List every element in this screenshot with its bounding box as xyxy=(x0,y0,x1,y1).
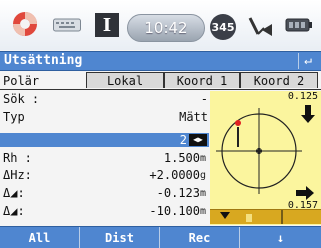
offset-top-value: 0.125 xyxy=(287,91,318,102)
page-down-button[interactable]: ↓ xyxy=(240,227,321,248)
screen: I 10:42 345 Utsättning ↵ Polär Lokal Koo… xyxy=(0,0,321,248)
clock-time: 10:42 xyxy=(144,19,188,37)
type-row[interactable]: Typ Mätt xyxy=(0,110,210,125)
status-bar: I 10:42 345 xyxy=(0,0,321,50)
search-row[interactable]: Sök : - xyxy=(0,92,210,107)
page-title: Utsättning xyxy=(4,53,83,68)
row-unit: m xyxy=(200,188,207,199)
softkey-bar: All Dist Rec ↓ xyxy=(0,226,321,248)
row-value: 1.500 xyxy=(163,151,200,165)
selected-field[interactable]: 2 ◀▶ xyxy=(0,133,209,147)
row-value: -0.123 xyxy=(156,186,200,200)
toggle-arrows-icon[interactable]: ◀▶ xyxy=(189,134,207,146)
row-unit: m xyxy=(200,206,207,217)
clock-icon: 10:42 xyxy=(127,14,205,42)
height-indicator-icon xyxy=(220,210,283,224)
row-value: +2.0000 xyxy=(149,168,200,182)
row-value: -10.100 xyxy=(149,204,200,218)
rec-button[interactable]: Rec xyxy=(160,227,240,248)
prism-icon[interactable] xyxy=(246,12,274,42)
dist-button[interactable]: Dist xyxy=(80,227,160,248)
delta-height-row[interactable]: Δ◢: -10.100 m xyxy=(0,204,210,219)
row-unit: m xyxy=(200,153,207,164)
row-unit: g xyxy=(200,170,207,181)
stakeout-graphic-panel: 0.125 0.157 xyxy=(210,91,321,225)
type-label: Typ xyxy=(3,110,25,124)
satellite-badge-icon[interactable]: 345 xyxy=(210,14,236,40)
tab-polar[interactable]: Polär xyxy=(2,72,50,88)
type-value[interactable]: Mätt xyxy=(179,110,208,125)
all-button[interactable]: All xyxy=(0,227,80,248)
badge-text: 345 xyxy=(211,20,235,34)
row-label: Rh : xyxy=(3,151,32,165)
keyboard-icon[interactable] xyxy=(52,14,82,36)
back-button[interactable]: ↵ xyxy=(298,53,317,69)
delta-hz-row[interactable]: ΔHz: +2.0000 g xyxy=(0,168,210,183)
reflector-height-row[interactable]: Rh : 1.500 m xyxy=(0,151,210,166)
search-value[interactable]: - xyxy=(201,92,208,107)
input-mode-icon[interactable]: I xyxy=(95,13,119,37)
row-label: Δ◢: xyxy=(3,204,25,218)
battery-icon xyxy=(285,15,313,35)
row-label: ΔHz: xyxy=(3,168,32,182)
height-guide-bar xyxy=(210,209,321,224)
lifebuoy-icon[interactable] xyxy=(10,9,40,39)
tab-bar: Polär Lokal Koord 1 Koord 2 xyxy=(0,72,321,89)
selected-value: 2 xyxy=(179,133,187,147)
row-label: Δ◢: xyxy=(3,186,25,200)
tab-koord-2[interactable]: Koord 2 xyxy=(240,72,318,88)
search-label: Sök : xyxy=(3,92,40,106)
tab-divider xyxy=(0,89,321,90)
delta-distance-row[interactable]: Δ◢: -0.123 m xyxy=(0,186,210,201)
title-bar: Utsättning ↵ xyxy=(0,51,321,71)
tab-koord-1[interactable]: Koord 1 xyxy=(164,72,240,88)
tab-lokal[interactable]: Lokal xyxy=(86,72,164,88)
